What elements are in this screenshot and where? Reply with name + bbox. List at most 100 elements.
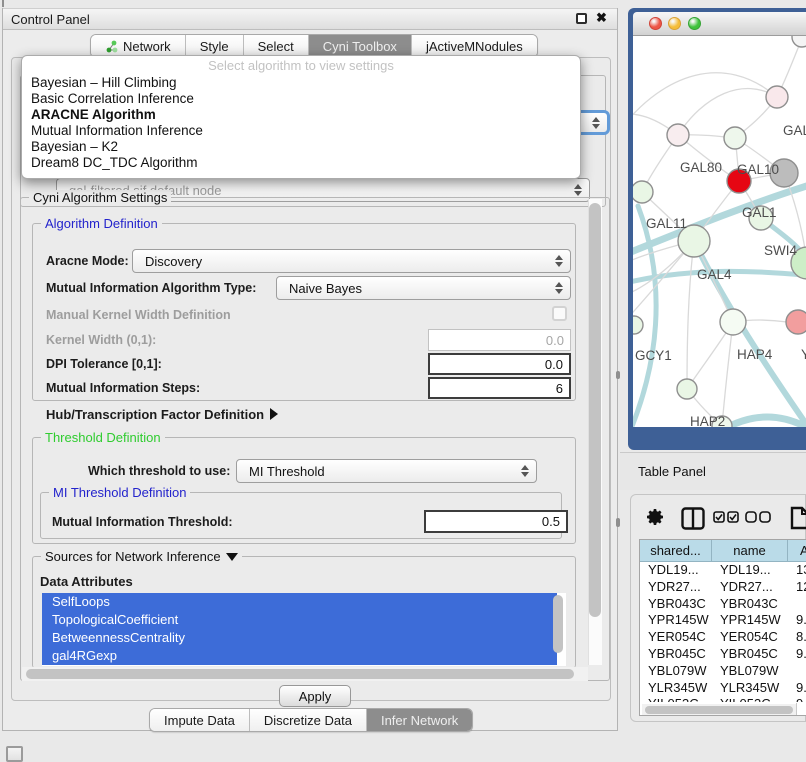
spinner-down-icon bbox=[574, 191, 582, 196]
splitter-handle-icon[interactable] bbox=[616, 371, 620, 379]
float-window-icon[interactable] bbox=[576, 13, 587, 24]
algorithm-option[interactable]: Mutual Information Inference bbox=[22, 123, 580, 139]
aracne-mode-combo[interactable]: Discovery bbox=[132, 249, 571, 273]
network-node-HAP2[interactable] bbox=[677, 379, 697, 399]
settings-vscroll-thumb[interactable] bbox=[589, 203, 601, 617]
column-header-2[interactable]: A bbox=[788, 540, 806, 562]
mi-steps-field[interactable]: 6 bbox=[428, 377, 571, 399]
settings-gear-icon[interactable] bbox=[645, 507, 665, 527]
deselect-all-icon[interactable] bbox=[745, 511, 771, 524]
panel-title: Control Panel bbox=[11, 12, 90, 27]
mi-type-value: Naive Bayes bbox=[289, 281, 362, 296]
node-label: GAL bbox=[783, 123, 806, 138]
network-window-titlebar[interactable] bbox=[633, 12, 806, 36]
new-column-partial-icon[interactable] bbox=[789, 505, 806, 531]
sources-title: Sources for Network Inference bbox=[45, 549, 221, 564]
spinner-down-icon bbox=[521, 472, 529, 477]
manual-kernel-checkbox[interactable] bbox=[552, 306, 567, 321]
control-panel-titlebar[interactable]: Control Panel ✖ bbox=[3, 8, 617, 30]
table-row[interactable]: YDL19...YDL19...13 bbox=[640, 562, 806, 579]
column-header-1[interactable]: name bbox=[712, 540, 788, 562]
tab-cyni-toolbox[interactable]: Cyni Toolbox bbox=[309, 35, 412, 57]
apply-button[interactable]: Apply bbox=[279, 685, 351, 707]
table-row[interactable]: YLR345WYLR345W9. bbox=[640, 680, 806, 697]
table-row[interactable]: YBR045CYBR045C9. bbox=[640, 646, 806, 663]
tab-label: Discretize Data bbox=[264, 713, 352, 728]
table-cell: YDL19... bbox=[712, 562, 788, 579]
table-cell: YBR045C bbox=[640, 646, 712, 663]
table-cell: 9. bbox=[788, 646, 806, 663]
algorithm-option[interactable]: Dream8 DC_TDC Algorithm bbox=[22, 155, 580, 171]
network-node-GAL10[interactable] bbox=[724, 127, 746, 149]
close-icon[interactable]: ✖ bbox=[596, 10, 607, 26]
attribute-item-selected[interactable]: BetweennessCentrality bbox=[42, 629, 557, 647]
network-canvas[interactable]: GALGAL80GAL10GAL1GAL11SWI4GAL4GCY1HAP4YH… bbox=[633, 36, 806, 427]
attribute-item-selected[interactable]: gal4RGexp bbox=[42, 647, 557, 665]
select-all-checked-icon[interactable] bbox=[713, 511, 739, 524]
table-hscroll-thumb[interactable] bbox=[645, 706, 793, 714]
mode-tab-impute-data[interactable]: Impute Data bbox=[150, 709, 250, 731]
column-header-0[interactable]: shared... bbox=[640, 540, 712, 562]
mi-algorithm-type-combo[interactable]: Naive Bayes bbox=[276, 276, 571, 300]
tab-network[interactable]: Network bbox=[91, 35, 186, 57]
kernel-width-field[interactable]: 0.0 bbox=[428, 329, 571, 351]
network-node-GAL80[interactable] bbox=[667, 124, 689, 146]
settings-hscroll-thumb[interactable] bbox=[26, 669, 574, 679]
floating-panel-icon[interactable] bbox=[6, 746, 23, 762]
table-cell: YDL19... bbox=[640, 562, 712, 579]
attribute-item-selected[interactable]: SelfLoops bbox=[42, 593, 557, 611]
spinner-down-icon bbox=[555, 289, 563, 294]
zoom-traffic-light[interactable] bbox=[688, 17, 701, 30]
network-node-HAP4[interactable] bbox=[720, 309, 746, 335]
algorithm-option[interactable]: Bayesian – Hill Climbing bbox=[22, 75, 580, 91]
attr-list-scrollbar[interactable] bbox=[553, 595, 563, 653]
network-edge[interactable] bbox=[722, 322, 733, 426]
splitter-handle-icon[interactable] bbox=[616, 518, 620, 527]
sources-toggle[interactable]: Sources for Network Inference bbox=[41, 549, 242, 564]
split-view-icon[interactable] bbox=[681, 507, 705, 530]
apply-label: Apply bbox=[299, 689, 332, 704]
network-view-window[interactable]: GALGAL80GAL10GAL1GAL11SWI4GAL4GCY1HAP4YH… bbox=[628, 8, 806, 450]
hub-section-toggle[interactable]: Hub/Transcription Factor Definition bbox=[46, 407, 278, 422]
tab-select[interactable]: Select bbox=[244, 35, 309, 57]
network-edge[interactable] bbox=[678, 89, 777, 135]
aracne-mode-label: Aracne Mode: bbox=[46, 254, 129, 268]
minimize-traffic-light[interactable] bbox=[668, 17, 681, 30]
algorithm-option[interactable]: Basic Correlation Inference bbox=[22, 91, 580, 107]
network-node-node-top[interactable] bbox=[792, 36, 806, 47]
network-edge[interactable] bbox=[633, 73, 777, 126]
which-threshold-label: Which threshold to use: bbox=[88, 464, 230, 478]
network-node-GAL11[interactable] bbox=[633, 181, 653, 203]
collapsed-arrow-icon bbox=[270, 408, 278, 420]
table-row[interactable]: YBR043CYBR043C bbox=[640, 596, 806, 613]
close-traffic-light[interactable] bbox=[649, 17, 662, 30]
attribute-item-selected[interactable]: TopologicalCoefficient bbox=[42, 611, 557, 629]
table-row[interactable]: YBL079WYBL079W bbox=[640, 663, 806, 680]
table-row[interactable]: YER054CYER054C8. bbox=[640, 629, 806, 646]
network-node-GCY1[interactable] bbox=[633, 316, 643, 334]
algorithm-option[interactable]: ARACNE Algorithm bbox=[22, 107, 580, 123]
table-cell: YIL053C bbox=[712, 696, 788, 702]
mode-tab-discretize-data[interactable]: Discretize Data bbox=[250, 709, 367, 731]
table-row[interactable]: YDR27...YDR27...12 bbox=[640, 579, 806, 596]
table-row[interactable]: YIL053CYIL053C9 bbox=[640, 696, 806, 702]
scroll-corner bbox=[796, 703, 806, 716]
kernel-width-label: Kernel Width (0,1): bbox=[46, 333, 156, 347]
spinner-up-icon bbox=[574, 184, 582, 189]
tab-jactivemnodules[interactable]: jActiveMNodules bbox=[412, 35, 537, 57]
tab-label: jActiveMNodules bbox=[426, 39, 523, 54]
table-row[interactable]: YPR145WYPR145W9. bbox=[640, 612, 806, 629]
which-threshold-combo[interactable]: MI Threshold bbox=[236, 459, 537, 483]
mi-threshold-field[interactable]: 0.5 bbox=[424, 510, 568, 533]
mode-tab-infer-network[interactable]: Infer Network bbox=[367, 709, 472, 731]
group-title: Threshold Definition bbox=[41, 430, 165, 445]
network-node-salmon[interactable] bbox=[786, 310, 806, 334]
table-cell bbox=[788, 663, 806, 680]
network-node-GAL-pink[interactable] bbox=[766, 86, 788, 108]
table-cell: YER054C bbox=[640, 629, 712, 646]
algorithm-option[interactable]: Bayesian – K2 bbox=[22, 139, 580, 155]
mi-steps-value: 6 bbox=[556, 381, 563, 396]
network-edge[interactable] bbox=[687, 241, 694, 389]
dpi-tolerance-field[interactable]: 0.0 bbox=[428, 353, 571, 375]
tab-style[interactable]: Style bbox=[186, 35, 244, 57]
